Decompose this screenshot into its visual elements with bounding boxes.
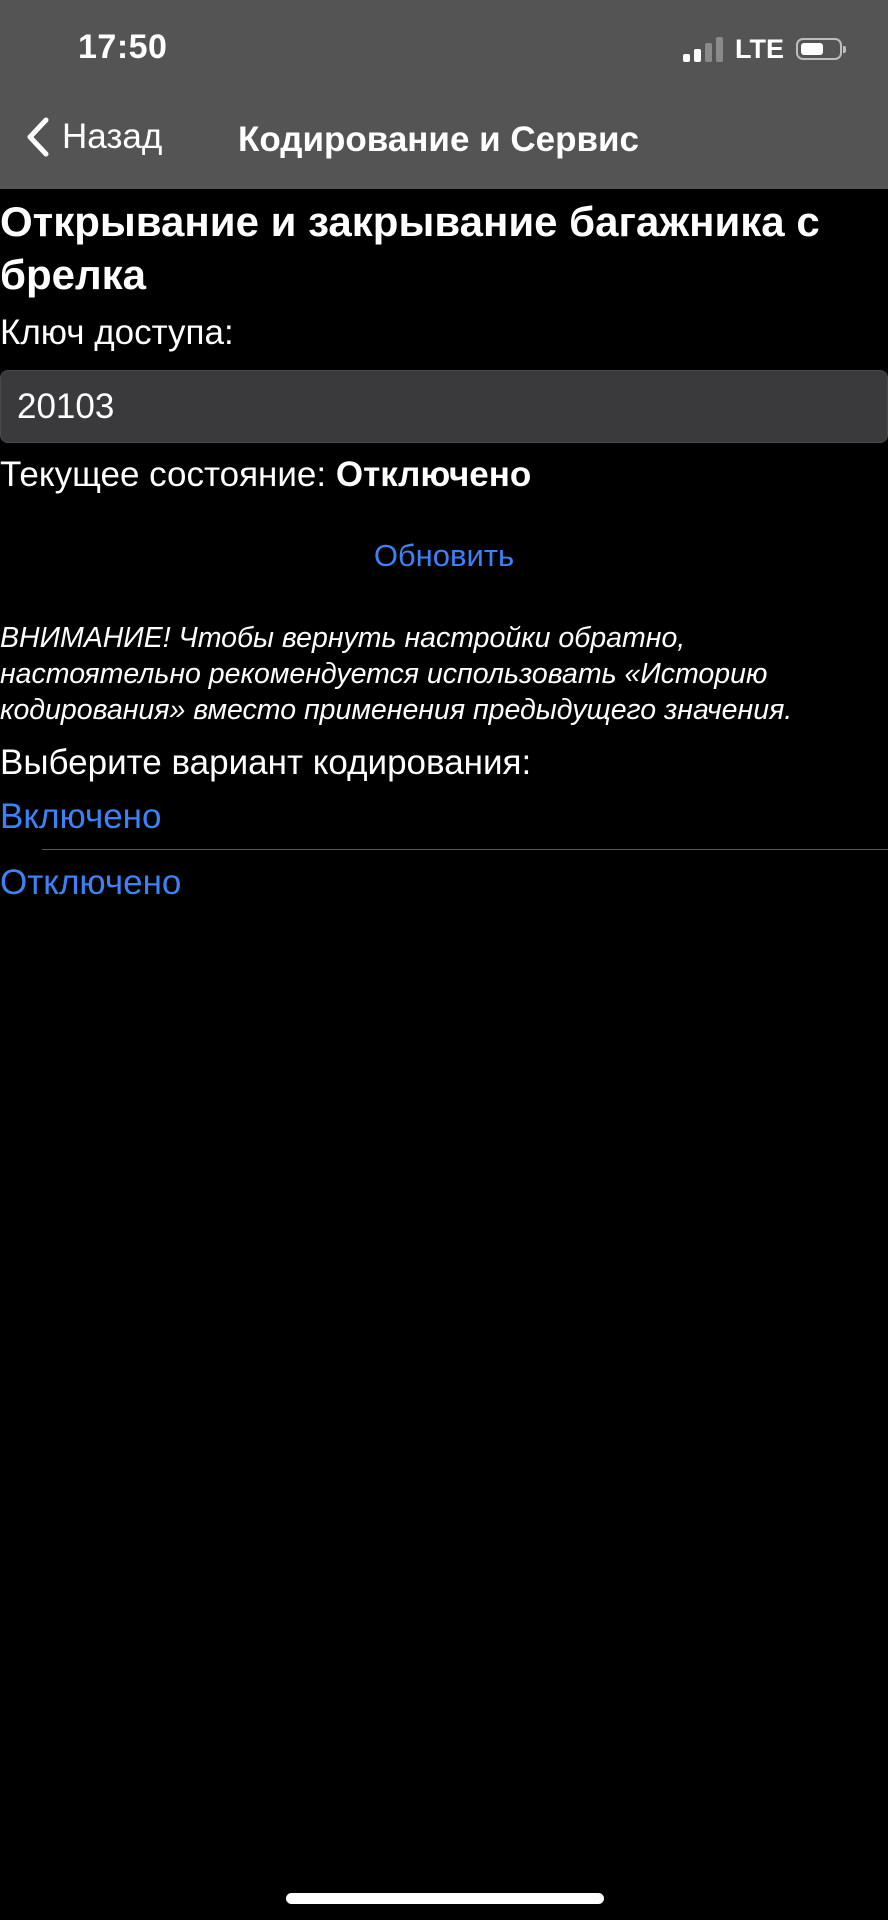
battery-icon	[796, 38, 846, 60]
current-state-label: Текущее состояние:	[0, 455, 327, 494]
option-disabled[interactable]: Отключено	[0, 863, 181, 903]
option-enabled[interactable]: Включено	[0, 797, 161, 837]
current-state-value: Отключено	[335, 455, 532, 494]
page-title: Открывание и закрывание багажника с брел…	[0, 198, 820, 298]
back-button[interactable]: Назад	[24, 116, 162, 158]
signal-bars-icon	[679, 36, 723, 62]
network-type: LTE	[735, 33, 784, 64]
status-indicators: LTE	[679, 32, 846, 66]
chevron-left-icon	[27, 117, 49, 157]
navigation-bar: 17:50 LTE Назад Кодирование и Сервис	[0, 0, 888, 189]
current-state: Текущее состояние: Отключено	[0, 455, 531, 495]
warning-text: ВНИМАНИЕ! Чтобы вернуть настройки обратн…	[0, 622, 793, 726]
divider	[42, 849, 888, 850]
home-indicator[interactable]	[286, 1893, 604, 1904]
nav-title: Кодирование и Сервис	[238, 120, 639, 159]
access-key-label: Ключ доступа:	[0, 313, 234, 352]
status-time: 17:50	[78, 28, 168, 66]
update-button[interactable]: Обновить	[0, 538, 888, 574]
access-key-field[interactable]: 20103	[0, 370, 888, 443]
back-button-label: Назад	[62, 117, 163, 156]
choose-option-label: Выберите вариант кодирования:	[0, 743, 532, 782]
